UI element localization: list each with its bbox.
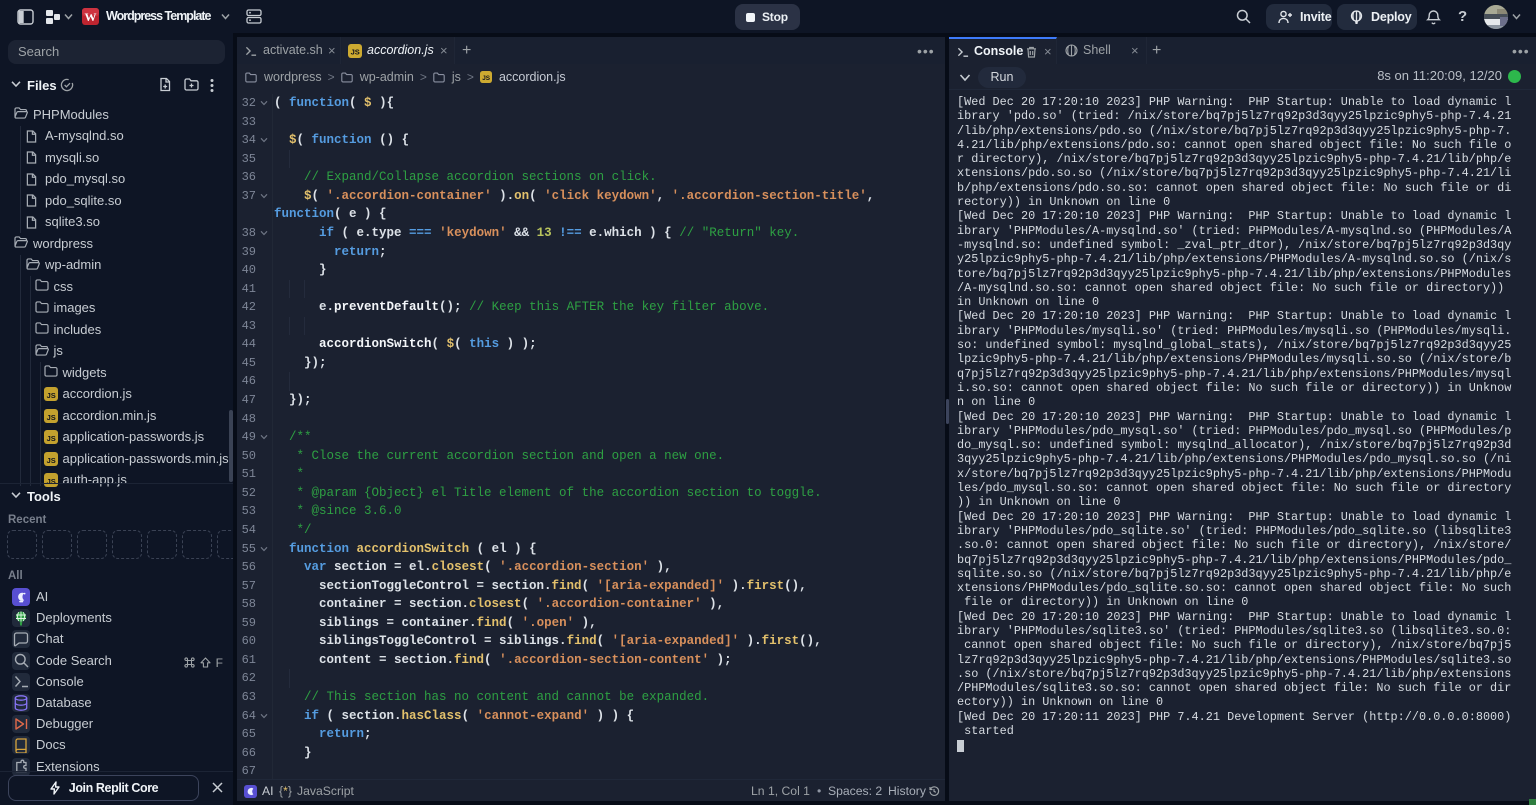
svg-text:JS: JS: [351, 47, 360, 56]
svg-text:JS: JS: [47, 477, 56, 486]
svg-text:JS: JS: [47, 434, 56, 443]
svg-text:JS: JS: [47, 413, 56, 422]
svg-text:JS: JS: [482, 75, 491, 82]
svg-text:JS: JS: [47, 456, 56, 465]
svg-text:JS: JS: [47, 391, 56, 400]
svg-text:W: W: [85, 10, 97, 24]
